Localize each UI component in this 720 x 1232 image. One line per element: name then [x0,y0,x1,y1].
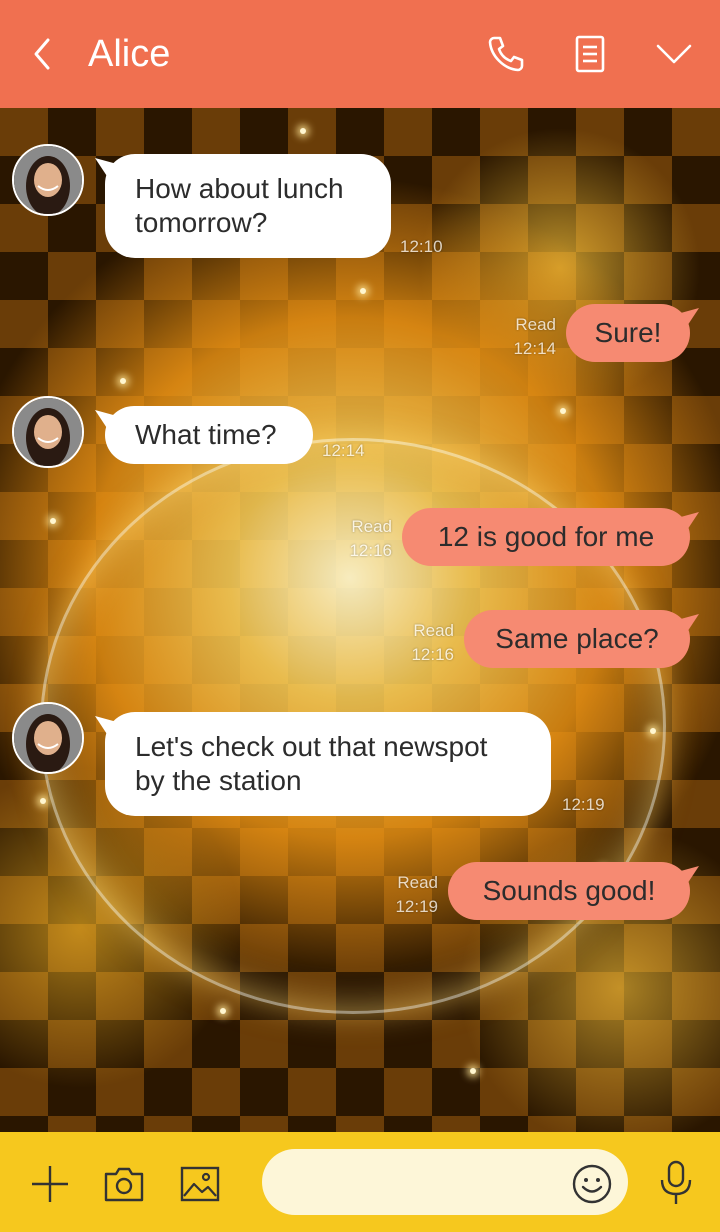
chevron-down-icon [656,44,692,64]
microphone-icon [660,1160,692,1204]
message-time: 12:16 [349,541,392,560]
message-time: 12:14 [322,441,365,460]
message-text-line: How about lunch [135,173,344,204]
message-text-line: What time? [135,419,277,450]
message-text-line: by the station [135,765,302,796]
chat-header: Alice [0,0,720,108]
emoji-button[interactable] [570,1162,614,1206]
message-time: 12:10 [400,237,443,256]
message-text: 12 is good for me [437,521,655,552]
camera-button[interactable] [102,1162,146,1206]
contact-avatar[interactable] [12,396,84,468]
outgoing-message[interactable]: Same place? [464,610,690,668]
phone-icon [488,36,524,72]
emoji-icon [572,1164,612,1204]
plus-icon [32,1166,68,1202]
outgoing-message[interactable]: Sure! [566,304,690,362]
call-button[interactable] [484,32,528,76]
avatar-portrait-icon [14,146,82,214]
message-time: 12:19 [562,795,605,814]
voice-button[interactable] [656,1158,696,1208]
message-time: 12:14 [513,339,556,358]
gallery-button[interactable] [178,1162,222,1206]
chevron-left-icon [34,38,50,70]
image-icon [180,1166,220,1202]
message-text: Same place? [495,623,659,654]
notes-icon [575,35,605,73]
message-time: 12:16 [411,645,454,664]
message-text: Sure! [594,317,662,348]
contact-avatar[interactable] [12,144,84,216]
back-button[interactable] [26,34,60,74]
read-status: Read [351,517,392,536]
chat-title: Alice [88,33,171,75]
outgoing-message[interactable]: Sounds good! [448,862,690,920]
contact-avatar[interactable] [12,702,84,774]
incoming-message[interactable]: Let's check out that newspot by the stat… [105,712,551,816]
incoming-message[interactable]: How about lunch tomorrow? [105,154,391,258]
more-menu-button[interactable] [652,32,696,76]
add-attachment-button[interactable] [28,1162,72,1206]
message-text-line: Let's check out that newspot [135,731,488,762]
chat-area[interactable]: How about lunch tomorrow? 12:10 Read 12:… [0,108,720,1132]
notes-button[interactable] [568,32,612,76]
avatar-portrait-icon [14,398,82,466]
read-status: Read [413,621,454,640]
message-time: 12:19 [395,897,438,916]
camera-icon [104,1167,144,1202]
outgoing-message[interactable]: 12 is good for me [402,508,690,566]
incoming-message[interactable]: What time? [105,406,313,464]
read-status: Read [397,873,438,892]
message-text: Sounds good! [482,875,656,906]
read-status: Read [515,315,556,334]
message-text-line: tomorrow? [135,207,268,238]
composer-bar [0,1132,720,1232]
avatar-portrait-icon [14,704,82,772]
